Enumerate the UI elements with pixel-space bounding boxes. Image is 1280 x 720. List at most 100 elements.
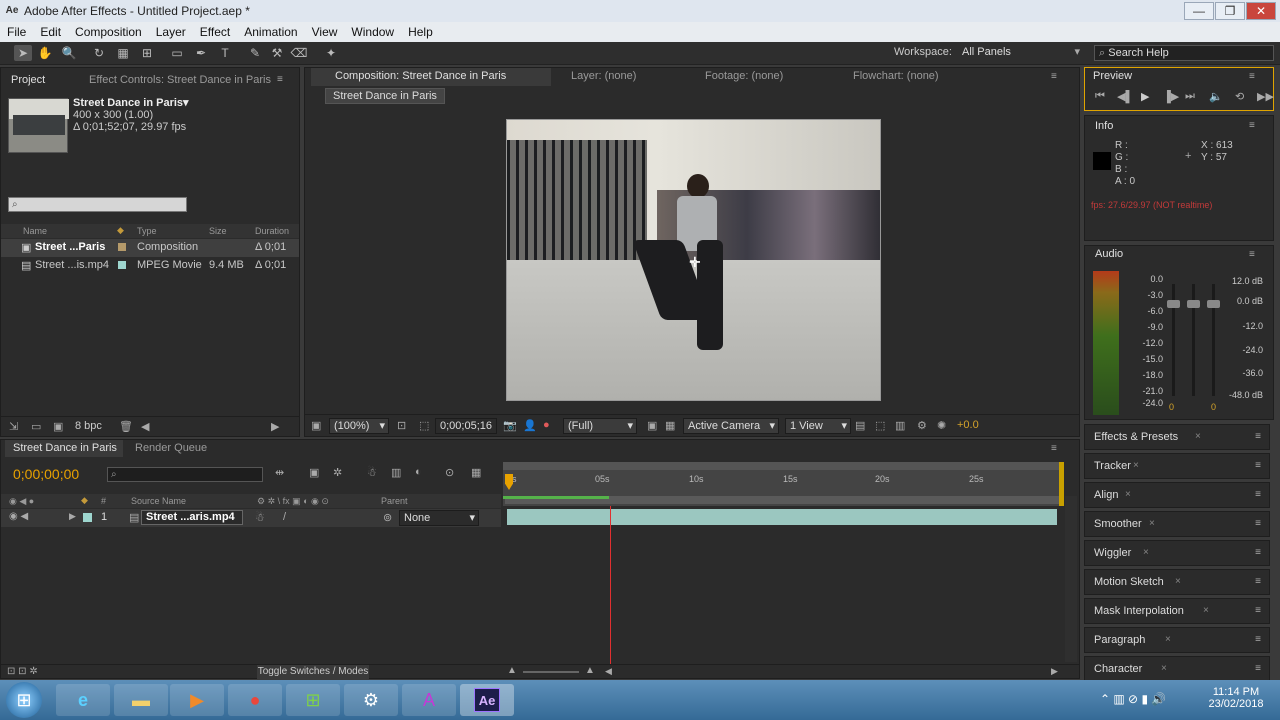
new-folder-icon[interactable]: ▭ bbox=[31, 420, 41, 433]
tray-icons[interactable]: ⌃ ▥ ⊘ ▮ 🔊 bbox=[1100, 692, 1166, 706]
close-button[interactable]: ✕ bbox=[1246, 2, 1276, 20]
col-parent[interactable]: Parent bbox=[381, 496, 408, 506]
shy-layers-icon[interactable]: ☃ bbox=[367, 466, 377, 479]
mute-audio-icon[interactable]: 🔈 bbox=[1209, 90, 1223, 103]
close-icon[interactable]: × bbox=[1203, 605, 1209, 616]
tab-layer[interactable]: Layer: (none) bbox=[571, 66, 636, 86]
panel-tracker[interactable]: Tracker × ≡ bbox=[1084, 453, 1270, 479]
timeline-icon[interactable]: ▥ bbox=[895, 419, 905, 432]
selection-tool-icon[interactable]: ➤ bbox=[14, 45, 32, 61]
quality-switch-icon[interactable]: / bbox=[283, 511, 286, 523]
panel-motion-sketch[interactable]: Motion Sketch × ≡ bbox=[1084, 569, 1270, 595]
puppet-tool-icon[interactable]: ✦ bbox=[322, 45, 340, 61]
snapshot-camera-icon[interactable]: 📷 bbox=[503, 419, 517, 432]
panel-effects-presets[interactable]: Effects & Presets × ≡ bbox=[1084, 424, 1270, 450]
tab-project[interactable]: Project bbox=[11, 70, 45, 90]
search-help-field[interactable]: ⌕ Search Help bbox=[1094, 45, 1274, 61]
scroll-right-icon[interactable]: ▶ bbox=[271, 420, 279, 433]
motion-blur-icon[interactable]: ◐ bbox=[415, 466, 422, 478]
menu-edit[interactable]: Edit bbox=[33, 25, 68, 39]
windows-store-icon[interactable]: ⊞ bbox=[286, 684, 340, 716]
draft-3d-icon[interactable]: ✲ bbox=[333, 466, 342, 479]
tab-render-queue[interactable]: Render Queue bbox=[135, 438, 207, 458]
scroll-right-icon[interactable]: ▶ bbox=[1051, 666, 1058, 677]
tab-effect-controls[interactable]: Effect Controls: Street Dance in Paris bbox=[89, 70, 271, 90]
panel-menu-icon[interactable]: ≡ bbox=[1255, 634, 1261, 645]
camera-tool-icon[interactable]: ▦ bbox=[114, 45, 132, 61]
show-snapshot-icon[interactable]: 👤 bbox=[523, 419, 537, 432]
graph-editor-icon[interactable]: ⊙ bbox=[445, 466, 454, 479]
always-preview-icon[interactable]: ▣ bbox=[311, 419, 321, 432]
menu-effect[interactable]: Effect bbox=[193, 25, 237, 39]
work-area-end-handle[interactable] bbox=[1059, 462, 1064, 506]
hand-tool-icon[interactable]: ✋ bbox=[36, 45, 54, 61]
last-frame-icon[interactable]: ⏭ bbox=[1185, 90, 1195, 103]
project-row[interactable]: ▣ Street ...Paris Composition Δ 0;01 bbox=[1, 239, 299, 257]
clock[interactable]: 11:14 PM 23/02/2018 bbox=[1196, 686, 1276, 710]
panel-character[interactable]: Character × ≡ bbox=[1084, 656, 1270, 682]
minimize-button[interactable]: — bbox=[1184, 2, 1214, 20]
tab-timeline[interactable]: Street Dance in Paris bbox=[5, 440, 123, 457]
adobe-app-icon[interactable]: A bbox=[402, 684, 456, 716]
panel-menu-icon[interactable]: ≡ bbox=[1051, 71, 1057, 82]
close-icon[interactable]: × bbox=[1143, 547, 1149, 558]
mask-visibility-icon[interactable]: ⬚ bbox=[419, 419, 429, 432]
comp-breadcrumb[interactable]: Street Dance in Paris bbox=[325, 88, 445, 104]
timeline-scrollbar[interactable] bbox=[1065, 496, 1077, 662]
pick-whip-icon[interactable]: ⊚ bbox=[383, 511, 392, 524]
next-frame-icon[interactable]: ▐▶ bbox=[1163, 90, 1179, 103]
clone-stamp-tool-icon[interactable]: ⚒ bbox=[268, 45, 286, 61]
left-fader-handle[interactable] bbox=[1167, 300, 1180, 308]
tab-flowchart[interactable]: Flowchart: (none) bbox=[853, 66, 939, 86]
settings-app-icon[interactable]: ⚙ bbox=[344, 684, 398, 716]
media-player-icon[interactable]: ▶ bbox=[170, 684, 224, 716]
menu-view[interactable]: View bbox=[305, 25, 345, 39]
col-source-name[interactable]: Source Name bbox=[131, 496, 186, 506]
panel-menu-icon[interactable]: ≡ bbox=[1255, 489, 1261, 500]
zoom-slider[interactable] bbox=[523, 671, 579, 673]
views-dropdown[interactable]: 1 View ▾ bbox=[785, 418, 851, 434]
master-fader-handle[interactable] bbox=[1187, 300, 1200, 308]
panel-smoother[interactable]: Smoother × ≡ bbox=[1084, 511, 1270, 537]
panel-paragraph[interactable]: Paragraph × ≡ bbox=[1084, 627, 1270, 653]
close-icon[interactable]: × bbox=[1195, 431, 1201, 442]
tab-preview[interactable]: Preview bbox=[1093, 66, 1132, 86]
panel-menu-icon[interactable]: ≡ bbox=[1255, 605, 1261, 616]
channel-icon[interactable]: ● bbox=[543, 419, 550, 431]
col-type[interactable]: Type bbox=[137, 226, 157, 236]
magnification-dropdown[interactable]: (100%) ▾ bbox=[329, 418, 389, 434]
label-color-swatch[interactable] bbox=[118, 243, 126, 251]
menu-window[interactable]: Window bbox=[344, 25, 401, 39]
panel-menu-icon[interactable]: ≡ bbox=[1249, 249, 1255, 260]
scroll-left-icon[interactable]: ◀ bbox=[605, 666, 612, 677]
internet-explorer-icon[interactable]: e bbox=[56, 684, 110, 716]
exposure-value[interactable]: +0.0 bbox=[957, 419, 979, 431]
panel-menu-icon[interactable]: ≡ bbox=[1255, 431, 1261, 442]
panel-wiggler[interactable]: Wiggler × ≡ bbox=[1084, 540, 1270, 566]
panel-menu-icon[interactable]: ≡ bbox=[277, 74, 283, 85]
close-icon[interactable]: × bbox=[1125, 489, 1131, 500]
fast-previews-icon[interactable]: ⬚ bbox=[875, 419, 885, 432]
zoom-in-icon[interactable]: ▲ bbox=[585, 665, 595, 676]
type-tool-icon[interactable]: T bbox=[216, 45, 234, 61]
project-search-input[interactable]: ⌕ bbox=[8, 197, 187, 212]
rectangle-tool-icon[interactable]: ▭ bbox=[168, 45, 186, 61]
menu-help[interactable]: Help bbox=[401, 25, 440, 39]
transparency-grid-icon[interactable]: ▦ bbox=[665, 419, 675, 432]
tab-info[interactable]: Info bbox=[1095, 116, 1113, 136]
region-of-interest-icon[interactable]: ▣ bbox=[647, 419, 657, 432]
panel-menu-icon[interactable]: ≡ bbox=[1255, 663, 1261, 674]
close-icon[interactable]: × bbox=[1175, 576, 1181, 587]
close-icon[interactable]: × bbox=[1133, 460, 1139, 471]
col-size[interactable]: Size bbox=[209, 226, 227, 236]
layer-name-field[interactable]: Street ...aris.mp4 bbox=[141, 510, 243, 525]
eraser-tool-icon[interactable]: ⌫ bbox=[290, 45, 308, 61]
current-time-display[interactable]: 0;00;05;16 bbox=[435, 418, 497, 434]
flowchart-icon[interactable]: ⚙ bbox=[917, 419, 927, 432]
pen-tool-icon[interactable]: ✒ bbox=[192, 45, 210, 61]
start-button[interactable]: ⊞ bbox=[6, 682, 42, 718]
maximize-button[interactable]: ❐ bbox=[1215, 2, 1245, 20]
first-frame-icon[interactable]: ⏮ bbox=[1095, 90, 1105, 103]
resolution-dropdown[interactable]: (Full) ▾ bbox=[563, 418, 637, 434]
panel-mask-interpolation[interactable]: Mask Interpolation × ≡ bbox=[1084, 598, 1270, 624]
